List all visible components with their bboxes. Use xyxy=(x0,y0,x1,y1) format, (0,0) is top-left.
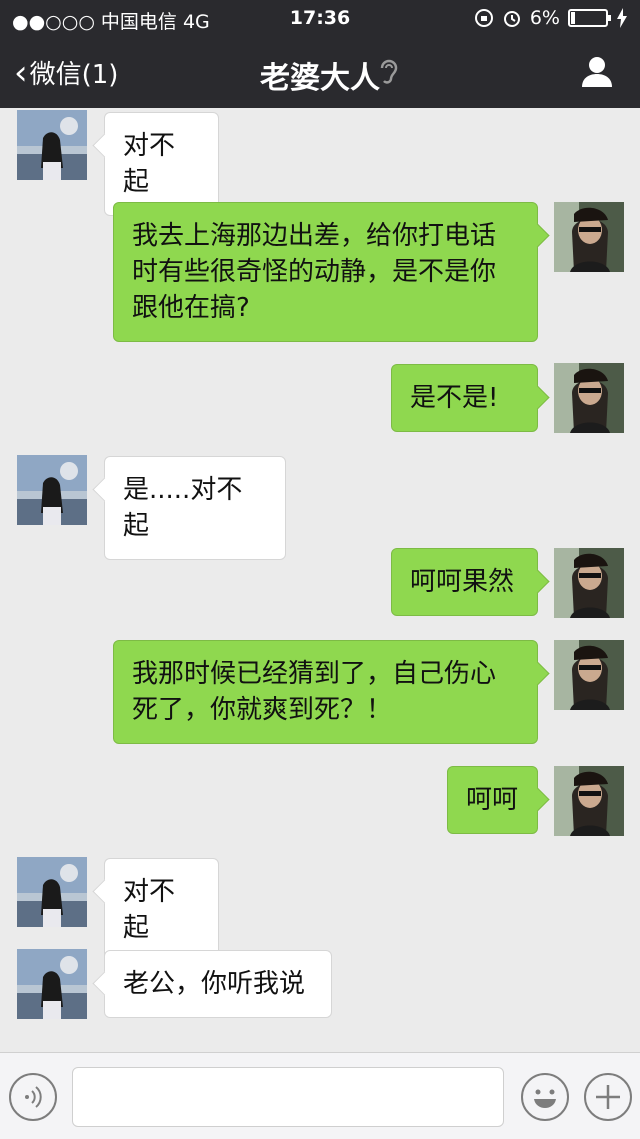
ear-icon xyxy=(380,59,398,84)
person-icon[interactable] xyxy=(580,54,614,88)
battery-percent: 6% xyxy=(529,7,560,29)
status-bar: ●●○○○ 中国电信 4G 17:36 6% xyxy=(0,0,640,36)
user-avatar[interactable] xyxy=(554,202,624,272)
voice-button[interactable] xyxy=(9,1073,57,1121)
emoji-icon xyxy=(534,1089,556,1108)
contact-avatar[interactable] xyxy=(17,949,87,1019)
navigation-bar: ‹ 微信(1) 老婆大人 xyxy=(0,36,640,108)
lock-rotation-icon xyxy=(474,9,493,27)
contact-avatar[interactable] xyxy=(17,455,87,525)
status-right: 6% xyxy=(474,7,628,29)
alarm-icon xyxy=(503,11,520,27)
message-bubble-outgoing[interactable]: 我去上海那边出差，给你打电话时有些很奇怪的动静，是不是你跟他在搞? xyxy=(113,202,538,342)
user-avatar[interactable] xyxy=(554,363,624,433)
charging-icon xyxy=(617,8,627,28)
message-bubble-incoming[interactable]: 对不起 xyxy=(104,112,219,216)
message-bubble-outgoing[interactable]: 是不是! xyxy=(391,364,538,432)
contact-avatar[interactable] xyxy=(17,857,87,927)
message-bubble-incoming[interactable]: 对不起 xyxy=(104,858,219,962)
top-bar: ●●○○○ 中国电信 4G 17:36 6% ‹ 微信(1) 老婆大人 xyxy=(0,0,640,108)
message-bubble-incoming[interactable]: 老公，你听我说 xyxy=(104,950,332,1018)
message-input[interactable] xyxy=(72,1067,504,1127)
voice-icon xyxy=(25,1086,42,1108)
user-avatar[interactable] xyxy=(554,766,624,836)
input-bar xyxy=(0,1052,640,1139)
chat-area[interactable]: 对不起 我去上海那边出差，给你打电话时有些很奇怪的动静，是不是你跟他在搞? 是不… xyxy=(0,108,640,1052)
emoji-button[interactable] xyxy=(521,1073,569,1121)
message-bubble-outgoing[interactable]: 呵呵 xyxy=(447,766,538,834)
chat-title: 老婆大人 xyxy=(260,61,380,96)
plus-button[interactable] xyxy=(584,1073,632,1121)
message-bubble-outgoing[interactable]: 呵呵果然 xyxy=(391,548,538,616)
plus-icon xyxy=(596,1085,620,1109)
contact-avatar[interactable] xyxy=(17,110,87,180)
message-bubble-incoming[interactable]: 是.....对不起 xyxy=(104,456,286,560)
user-avatar[interactable] xyxy=(554,548,624,618)
user-avatar[interactable] xyxy=(554,640,624,710)
battery-icon xyxy=(568,9,611,27)
message-bubble-outgoing[interactable]: 我那时候已经猜到了，自己伤心死了，你就爽到死？！ xyxy=(113,640,538,744)
